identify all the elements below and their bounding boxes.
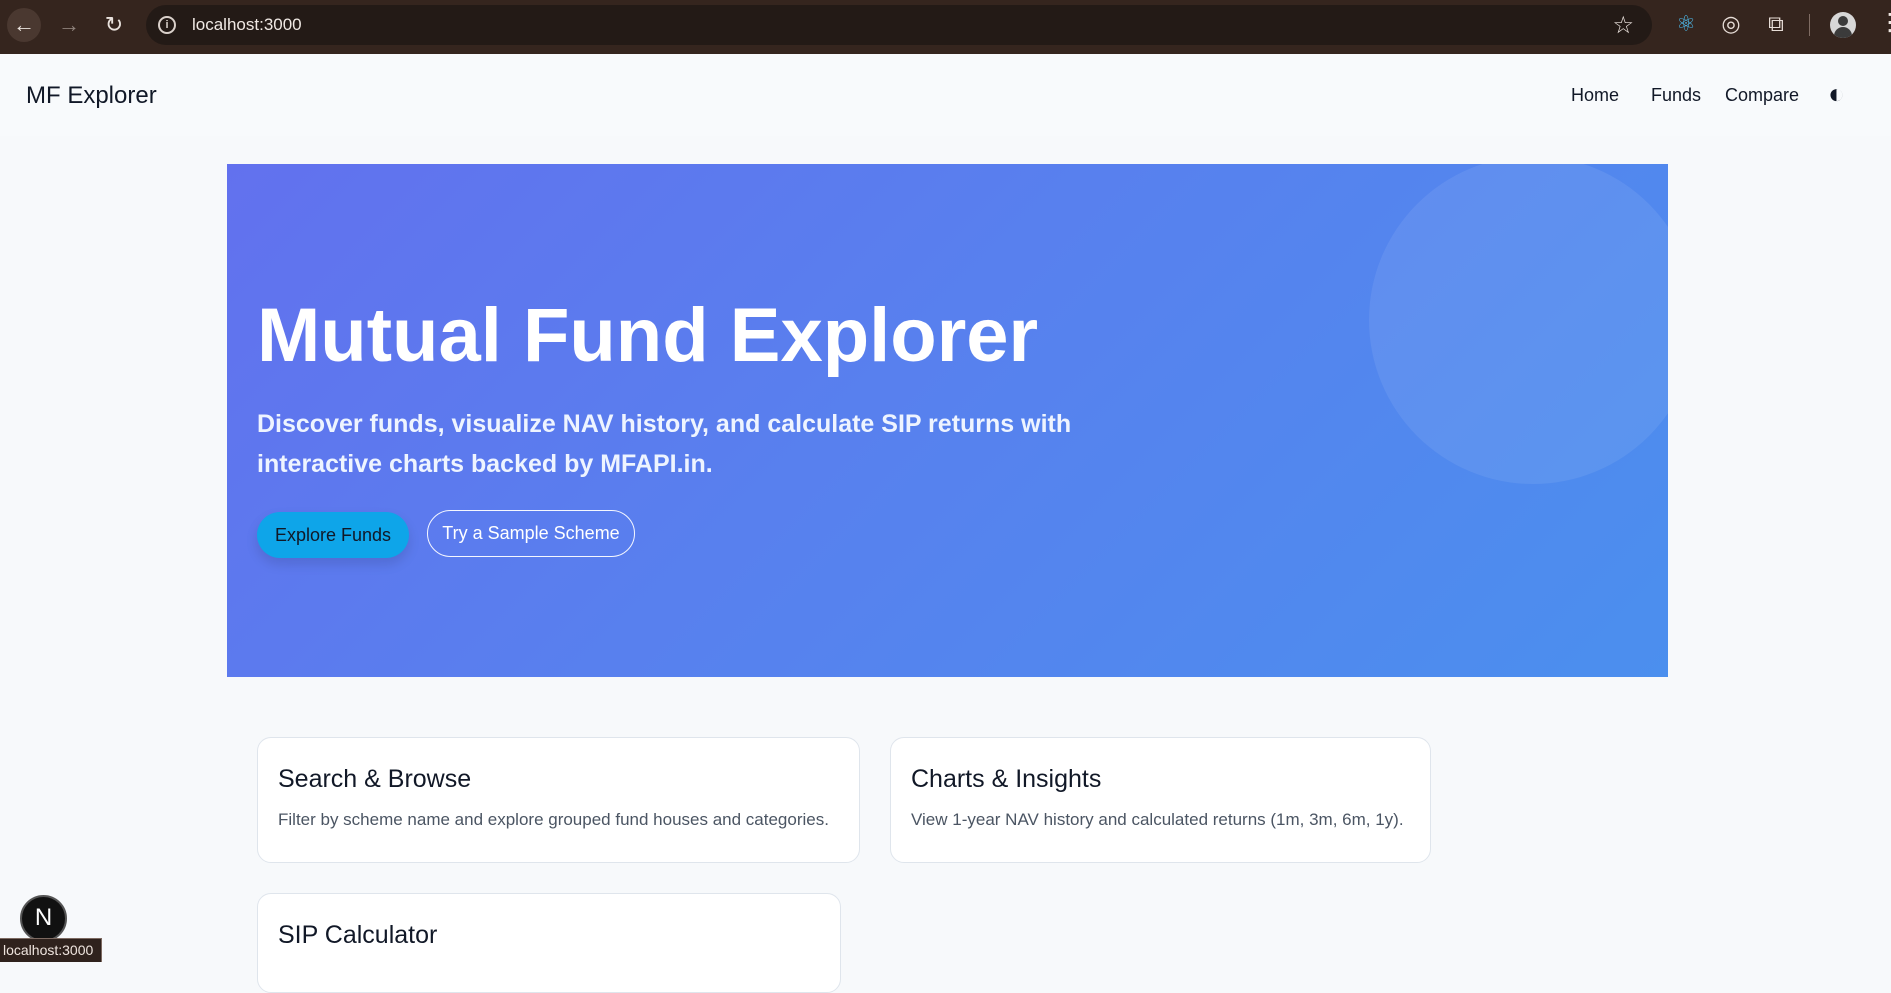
react-extension-icon[interactable]: ⚛ xyxy=(1674,12,1698,36)
site-brand[interactable]: MF Explorer xyxy=(26,82,157,110)
extensions-icon[interactable]: ⧉ xyxy=(1764,12,1788,36)
forward-arrow-icon[interactable]: → xyxy=(52,8,86,42)
hero-decoration xyxy=(1369,164,1668,484)
browser-menu-icon[interactable]: ⋮ xyxy=(1878,8,1891,37)
hero-title: Mutual Fund Explorer xyxy=(257,293,1039,378)
info-icon[interactable]: i xyxy=(158,16,176,34)
nav-home-link[interactable]: Home xyxy=(1571,85,1619,106)
site-header: MF Explorer Home Funds Compare ◐ xyxy=(0,54,1891,136)
browser-toolbar: ← → ↻ i localhost:3000 ☆ ⚛ ◎ ⧉ ⋮ xyxy=(0,0,1891,54)
explore-funds-button[interactable]: Explore Funds xyxy=(257,512,409,558)
status-url: localhost:3000 xyxy=(0,938,103,962)
hero-banner: Mutual Fund Explorer Discover funds, vis… xyxy=(227,164,1668,677)
feature-card-charts[interactable]: Charts & Insights View 1-year NAV histor… xyxy=(890,737,1431,863)
feature-card-search[interactable]: Search & Browse Filter by scheme name an… xyxy=(257,737,860,863)
feature-title: SIP Calculator xyxy=(278,921,438,949)
target-extension-icon[interactable]: ◎ xyxy=(1719,12,1743,36)
address-bar[interactable]: i localhost:3000 ☆ xyxy=(146,5,1652,45)
hero-subtitle: Discover funds, visualize NAV history, a… xyxy=(257,410,1072,478)
nav-compare-link[interactable]: Compare xyxy=(1725,85,1799,106)
feature-card-sip[interactable]: SIP Calculator xyxy=(257,893,841,993)
feature-description: Filter by scheme name and explore groupe… xyxy=(278,810,829,829)
feature-description: View 1-year NAV history and calculated r… xyxy=(911,810,1404,829)
toolbar-divider xyxy=(1809,14,1810,36)
sample-scheme-button[interactable]: Try a Sample Scheme xyxy=(427,510,635,557)
feature-title: Search & Browse xyxy=(278,765,472,793)
back-arrow-icon[interactable]: ← xyxy=(7,8,41,42)
nav-funds-link[interactable]: Funds xyxy=(1651,85,1701,106)
url-text[interactable]: localhost:3000 xyxy=(192,15,302,35)
profile-icon[interactable] xyxy=(1830,12,1856,38)
reload-icon[interactable]: ↻ xyxy=(97,8,131,42)
star-icon[interactable]: ☆ xyxy=(1612,11,1634,40)
feature-title: Charts & Insights xyxy=(911,765,1102,793)
nextjs-icon[interactable]: N xyxy=(20,895,67,942)
theme-toggle-icon[interactable]: ◐ xyxy=(1828,80,1856,108)
